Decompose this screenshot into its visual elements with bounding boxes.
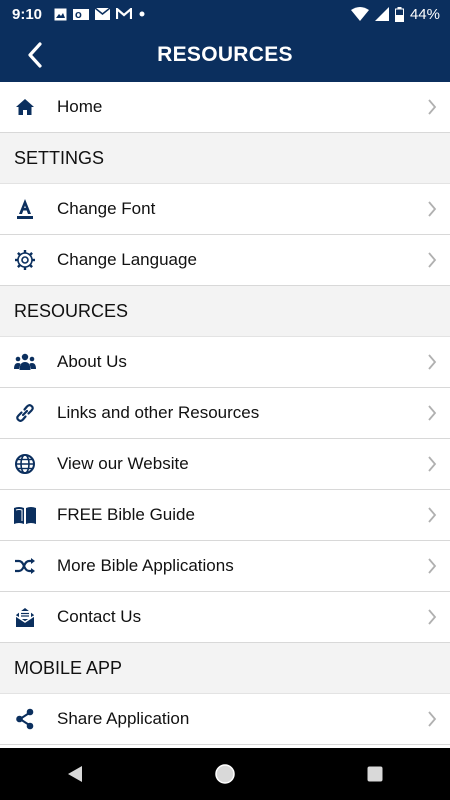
chevron-right-icon	[428, 558, 437, 574]
nav-back-button[interactable]	[55, 754, 95, 794]
wifi-icon	[350, 7, 369, 21]
dot-icon	[139, 11, 145, 17]
list-item-more-apps[interactable]: More Bible Applications	[0, 541, 450, 592]
globe-icon	[13, 452, 37, 476]
back-button[interactable]	[18, 38, 52, 72]
nav-home-button[interactable]	[205, 754, 245, 794]
battery-percent: 44%	[409, 5, 440, 23]
circle-home-icon	[215, 764, 235, 784]
square-recents-icon	[367, 766, 383, 782]
list-item-label: Change Language	[57, 250, 197, 269]
list-item-label: Change Font	[57, 199, 156, 218]
chevron-right-icon	[428, 456, 437, 472]
list-item-website[interactable]: View our Website	[0, 439, 450, 490]
list-item-label: Home	[57, 97, 103, 116]
list-item-contact[interactable]: Contact Us	[0, 592, 450, 643]
chevron-right-icon	[428, 252, 437, 268]
image-icon	[54, 8, 67, 20]
chevron-right-icon	[428, 711, 437, 727]
section-header-resources: RESOURCES	[0, 286, 450, 337]
status-right: 44%	[350, 5, 440, 23]
signal-icon	[374, 7, 389, 21]
list-item-share[interactable]: Share Application	[0, 694, 450, 745]
chevron-right-icon	[428, 354, 437, 370]
list-item-label: About Us	[57, 352, 127, 371]
status-time: 9:10	[12, 5, 43, 23]
chevron-right-icon	[428, 99, 437, 115]
list-item-change-font[interactable]: Change Font	[0, 184, 450, 235]
app-bar: RESOURCES	[0, 28, 450, 82]
home-icon	[13, 95, 37, 119]
chevron-right-icon	[428, 201, 437, 217]
mail-icon	[95, 8, 111, 20]
link-icon	[13, 401, 37, 425]
list-item-change-language[interactable]: Change Language	[0, 235, 450, 286]
list-item-label: Links and other Resources	[57, 403, 260, 422]
notification-icons: O	[54, 8, 146, 21]
section-header-settings: SETTINGS	[0, 133, 450, 184]
system-nav-bar	[0, 748, 450, 800]
nav-recents-button[interactable]	[355, 754, 395, 794]
outlook-icon: O	[73, 8, 90, 20]
status-bar: 9:10 O 44%	[0, 0, 450, 28]
shuffle-icon	[13, 554, 37, 578]
list-item-label: Contact Us	[57, 607, 142, 626]
triangle-back-icon	[68, 766, 82, 782]
list-item-label: More Bible Applications	[57, 556, 234, 575]
users-icon	[13, 350, 37, 374]
section-header-mobile-app: MOBILE APP	[0, 643, 450, 694]
list-item-about-us[interactable]: About Us	[0, 337, 450, 388]
font-icon	[13, 197, 37, 221]
list-item-label: View our Website	[57, 454, 189, 473]
list-item-label: Share Application	[57, 709, 190, 728]
gmail-icon	[116, 8, 133, 19]
battery-icon	[394, 6, 404, 22]
chevron-right-icon	[428, 507, 437, 523]
list-item-bible-guide[interactable]: FREE Bible Guide	[0, 490, 450, 541]
envelope-open-icon	[13, 605, 37, 629]
resources-list: Home SETTINGS Change Font Change Languag…	[0, 82, 450, 745]
share-icon	[13, 707, 37, 731]
list-item-links[interactable]: Links and other Resources	[0, 388, 450, 439]
list-item-home[interactable]: Home	[0, 82, 450, 133]
list-item-label: FREE Bible Guide	[57, 505, 195, 524]
svg-text:O: O	[75, 11, 82, 20]
gear-icon	[13, 248, 37, 272]
book-icon	[13, 503, 37, 527]
back-arrow-icon	[28, 42, 42, 68]
chevron-right-icon	[428, 405, 437, 421]
chevron-right-icon	[428, 609, 437, 625]
page-title: RESOURCES	[157, 43, 293, 66]
